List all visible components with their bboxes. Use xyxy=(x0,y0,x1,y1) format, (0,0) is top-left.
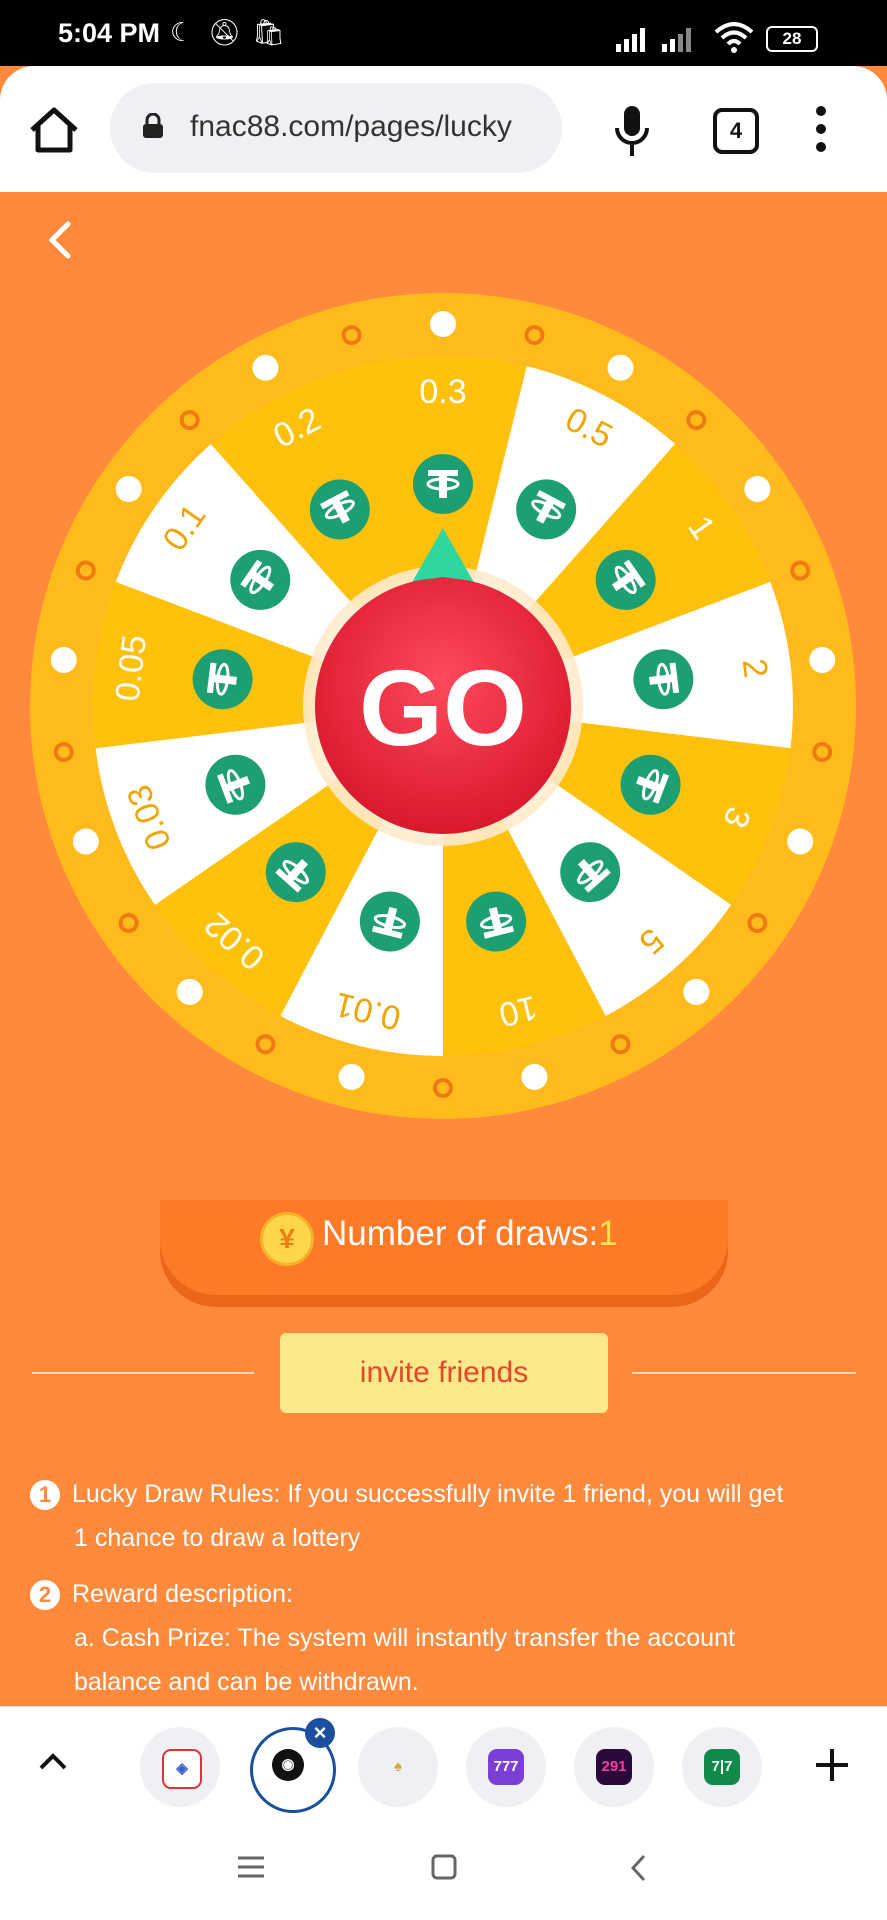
wheel-segment-label: 0.05 xyxy=(108,633,154,703)
291-app-icon[interactable]: 291 xyxy=(574,1727,654,1807)
recents-menu-icon[interactable] xyxy=(236,1855,266,1879)
wheel-light xyxy=(607,354,634,381)
rule-text: a. Cash Prize: The system will instantly… xyxy=(74,1624,735,1652)
wheel-light xyxy=(50,646,77,673)
rule-text: 1 chance to draw a lottery xyxy=(74,1524,361,1552)
rule-text: Lucky Draw Rules: If you successfully in… xyxy=(72,1480,784,1508)
wifi-icon xyxy=(714,22,754,53)
app-icon: ♠ xyxy=(394,1758,402,1775)
url-text: fnac88.com/pages/lucky xyxy=(190,110,512,143)
wheel-light xyxy=(338,1063,365,1090)
draws-label-text: Number of draws: xyxy=(322,1214,599,1253)
rule-number: 1 xyxy=(30,1480,60,1511)
wheel-light xyxy=(72,828,99,855)
draws-count: 1 xyxy=(598,1214,618,1253)
rule-2: 2 Reward description: a. Cash Prize: The … xyxy=(30,1572,860,1704)
wheel-light xyxy=(521,1063,548,1090)
divider-right xyxy=(632,1372,856,1374)
microphone-icon[interactable] xyxy=(612,104,652,160)
moon-icon: ☾ xyxy=(170,17,194,47)
wheel-light xyxy=(744,475,771,502)
wheel-light xyxy=(252,354,279,381)
close-tab-icon[interactable]: × xyxy=(305,1718,335,1748)
shopping-bag-icon: 🛍︎ xyxy=(252,17,286,47)
spade-app-icon[interactable]: ♠ xyxy=(358,1727,438,1807)
lucky-wheel[interactable]: 0.30.51235100.010.020.030.050.10.2 GO xyxy=(30,293,856,1119)
app-icon: 291 xyxy=(596,1749,632,1785)
777-app-icon[interactable]: 777 xyxy=(466,1727,546,1807)
wheel-light xyxy=(809,646,836,673)
home-icon[interactable] xyxy=(26,102,82,158)
app-icon: 7|7 xyxy=(704,1749,740,1785)
wheel-light xyxy=(787,828,814,855)
browser-toolbar: fnac88.com/pages/lucky 4 xyxy=(0,66,887,192)
bell-off-icon: 🔕︎ xyxy=(208,17,242,47)
go-label: GO xyxy=(359,647,527,768)
tab-switcher-button[interactable]: 4 xyxy=(713,108,759,154)
wheel-segment-label: 0.3 xyxy=(419,373,466,411)
invite-friends-button[interactable]: invite friends xyxy=(280,1333,608,1413)
shield-app-icon[interactable]: ◈ xyxy=(140,1727,220,1807)
globe-icon[interactable]: ◉ × xyxy=(250,1718,336,1813)
app-icon: ◈ xyxy=(162,1749,202,1789)
777-green-app-icon[interactable]: 7|7 xyxy=(682,1727,762,1807)
wheel-light xyxy=(430,311,456,337)
draws-counter: ¥ Number of draws:1 xyxy=(160,1200,728,1295)
rule-text: balance and can be withdrawn. xyxy=(74,1668,419,1696)
lock-icon xyxy=(143,113,163,138)
tab-strip: ◈ ◉ × ♠ 777 291 7|7 xyxy=(0,1706,887,1814)
yen-coin-icon: ¥ xyxy=(260,1212,314,1266)
app-icon: 777 xyxy=(488,1749,524,1785)
signal-icon xyxy=(616,28,691,52)
back-chevron-icon[interactable] xyxy=(40,220,80,260)
more-menu-icon[interactable] xyxy=(813,106,829,158)
rule-number: 2 xyxy=(30,1580,60,1611)
home-square-icon[interactable] xyxy=(430,1853,458,1881)
divider-left xyxy=(32,1372,254,1374)
draws-label: Number of draws:1 xyxy=(322,1214,618,1254)
new-tab-plus-icon[interactable] xyxy=(812,1745,852,1785)
status-time: 5:04 PM xyxy=(58,18,161,48)
app-icon: ◉ xyxy=(272,1749,304,1781)
wheel-light xyxy=(683,978,710,1005)
wheel-light xyxy=(115,475,142,502)
address-bar[interactable]: fnac88.com/pages/lucky xyxy=(110,83,562,173)
status-bar: 5:04 PM ☾ 🔕︎ 🛍︎ 28 xyxy=(0,0,887,66)
rule-1: 1 Lucky Draw Rules: If you successfully i… xyxy=(30,1472,860,1560)
chevron-up-icon[interactable] xyxy=(38,1751,68,1771)
wheel-light xyxy=(176,978,203,1005)
rule-text: Reward description: xyxy=(72,1580,293,1608)
back-nav-icon[interactable] xyxy=(628,1853,648,1883)
system-nav-bar xyxy=(0,1813,887,1920)
tether-coin-icon xyxy=(413,454,473,514)
battery-indicator: 28 xyxy=(766,26,818,52)
